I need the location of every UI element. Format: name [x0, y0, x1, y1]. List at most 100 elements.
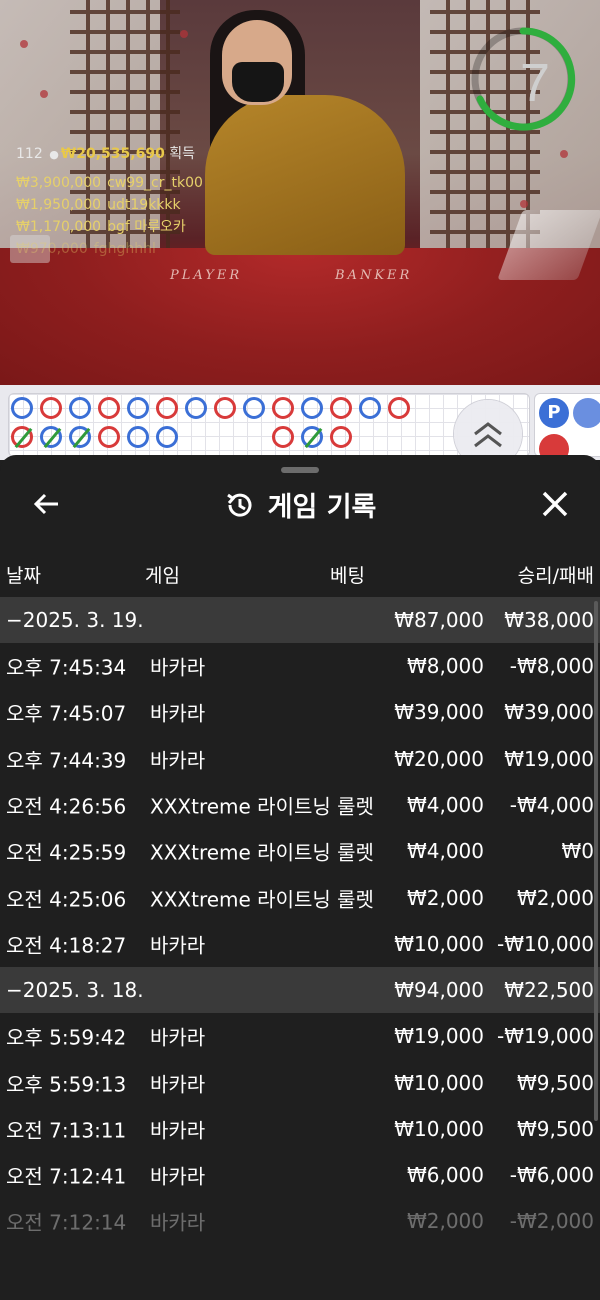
group-result-total: ₩38,000 [504, 608, 594, 632]
winner-row: ₩1,950,000 udt19kkkk [16, 194, 203, 216]
history-row[interactable]: 오후 5:59:13 바카라 ₩10,000 ₩9,500 [0, 1059, 600, 1105]
row-result: -₩2,000 [509, 1209, 594, 1234]
row-bet: ₩19,000 [394, 1024, 484, 1049]
player-count: 112 [16, 146, 43, 162]
group-date: −2025. 3. 19. [6, 608, 144, 632]
history-row[interactable]: 오후 7:45:34 바카라 ₩8,000 -₩8,000 [0, 643, 600, 689]
row-result: -₩19,000 [497, 1024, 594, 1049]
row-game: XXXtreme 라이트닝 룰렛 [150, 794, 374, 819]
winner-username: cw99_cr_tk00 [107, 175, 203, 191]
history-row[interactable]: 오전 4:25:06 XXXtreme 라이트닝 룰렛 ₩2,000 ₩2,000 [0, 874, 600, 920]
road-result-marker [301, 426, 323, 449]
player-prediction-icon[interactable]: P [539, 398, 569, 428]
history-row[interactable]: 오전 4:25:59 XXXtreme 라이트닝 룰렛 ₩4,000 ₩0 [0, 828, 600, 874]
sheet-title-text: 게임 기록 [267, 492, 377, 523]
row-bet: ₩4,000 [406, 839, 484, 864]
row-game: XXXtreme 라이트닝 룰렛 [150, 887, 374, 912]
blossom-decoration [20, 40, 28, 48]
group-bet-total: ₩94,000 [394, 978, 484, 1003]
blossom-decoration [520, 200, 528, 208]
row-bet: ₩20,000 [394, 746, 484, 771]
row-game: 바카라 [150, 1164, 206, 1189]
row-bet: ₩4,000 [406, 793, 484, 818]
history-row[interactable]: 오후 7:45:07 바카라 ₩39,000 ₩39,000 [0, 689, 600, 735]
row-bet: ₩10,000 [394, 1116, 484, 1141]
chevron-up-double-icon [474, 421, 502, 447]
row-result: ₩9,500 [516, 1070, 594, 1095]
sheet-drag-handle[interactable] [281, 467, 319, 473]
road-result-marker [359, 397, 381, 419]
date-group-header[interactable]: −2025. 3. 19. ₩87,000 ₩38,000 [0, 597, 600, 643]
row-result: ₩19,000 [504, 746, 594, 771]
user-icon: ● [49, 148, 59, 161]
road-result-marker [127, 426, 149, 448]
history-row[interactable]: 오전 7:13:11 바카라 ₩10,000 ₩9,500 [0, 1106, 600, 1152]
row-time: 오후 7:45:07 [6, 701, 127, 726]
tie-slash-marker [43, 427, 62, 449]
blossom-decoration [180, 30, 188, 38]
history-row[interactable]: 오전 7:12:41 바카라 ₩6,000 -₩6,000 [0, 1152, 600, 1198]
round-stats: 112 ● ₩20,535,690 획득 [16, 143, 195, 163]
date-group-header[interactable]: −2025. 3. 18. ₩94,000 ₩22,500 [0, 967, 600, 1014]
row-bet: ₩8,000 [406, 654, 484, 679]
winner-row: ₩1,170,000 bgf 마루오카 [16, 216, 203, 238]
history-row[interactable]: 오전 4:26:56 XXXtreme 라이트닝 룰렛 ₩4,000 -₩4,000 [0, 782, 600, 828]
winners-list: ₩3,900,000 cw99_cr_tk00 ₩1,950,000 udt19kk… [16, 172, 203, 260]
tie-slash-marker [72, 427, 91, 449]
row-game: 바카라 [150, 748, 206, 773]
row-game: 바카라 [150, 1072, 206, 1097]
history-row[interactable]: 오후 7:44:39 바카라 ₩20,000 ₩19,000 [0, 736, 600, 782]
banker-prediction-icon[interactable] [539, 434, 569, 456]
prediction-road[interactable]: P [534, 393, 600, 457]
column-header-date[interactable]: 날짜 [6, 561, 41, 588]
road-result-marker [156, 426, 178, 448]
row-bet: ₩2,000 [406, 1209, 484, 1234]
row-result: ₩39,000 [504, 700, 594, 725]
road-result-marker [69, 426, 91, 449]
column-header-result[interactable]: 승리/패배 [518, 561, 594, 588]
scrollbar[interactable] [594, 601, 598, 1121]
history-row[interactable]: 오전 4:18:27 바카라 ₩10,000 -₩10,000 [0, 921, 600, 967]
road-result-marker [272, 397, 294, 419]
bead-road[interactable] [8, 393, 530, 457]
sheet-title: 게임 기록 [0, 485, 600, 524]
winner-amount: ₩1,170,000 [16, 219, 102, 235]
history-row[interactable]: 오전 7:12:14 바카라 ₩2,000 -₩2,000 [0, 1198, 600, 1244]
row-game: 바카라 [150, 1118, 206, 1143]
row-time: 오후 5:59:13 [6, 1072, 127, 1097]
road-result-marker [214, 397, 236, 419]
group-result-total: ₩22,500 [504, 978, 594, 1003]
felt-banker-label: BANKER [335, 268, 413, 283]
row-time: 오전 7:13:11 [6, 1118, 127, 1143]
dealer-mask [232, 62, 284, 102]
history-list[interactable]: −2025. 3. 19. ₩87,000 ₩38,000 오후 7:45:34 바카라… [0, 597, 600, 1245]
live-video[interactable]: PLAYER BANKER 7 112 ● ₩20,535,690 획득 ₩3,9… [0, 0, 600, 385]
history-icon [226, 493, 252, 517]
road-result-marker [243, 397, 265, 419]
road-result-marker [330, 426, 352, 448]
road-result-marker [301, 397, 323, 419]
row-time: 오전 7:12:41 [6, 1164, 127, 1189]
total-winnings: ₩20,535,690 [60, 146, 165, 162]
road-result-marker [11, 426, 33, 449]
row-bet: ₩10,000 [394, 931, 484, 956]
game-history-sheet: 게임 기록 날짜 게임 베팅 승리/패배 −2025. 3. 19. ₩87,00… [0, 455, 600, 1300]
row-bet: ₩10,000 [394, 1070, 484, 1095]
row-result: ₩9,500 [516, 1116, 594, 1141]
column-header-bet[interactable]: 베팅 [330, 561, 365, 588]
road-result-marker [69, 397, 91, 419]
history-row[interactable]: 오후 5:59:42 바카라 ₩19,000 -₩19,000 [0, 1013, 600, 1059]
row-result: -₩4,000 [509, 793, 594, 818]
column-header-game[interactable]: 게임 [145, 561, 180, 588]
row-time: 오후 5:59:42 [6, 1025, 127, 1050]
row-time: 오전 4:18:27 [6, 933, 127, 958]
dealer-body [205, 95, 405, 255]
row-game: XXXtreme 라이트닝 룰렛 [150, 840, 374, 865]
blossom-decoration [40, 90, 48, 98]
prediction-icon[interactable] [573, 398, 600, 428]
road-result-marker [156, 397, 178, 419]
row-result: -₩10,000 [497, 931, 594, 956]
close-icon[interactable] [540, 489, 570, 519]
road-result-marker [11, 397, 33, 419]
road-result-marker [330, 397, 352, 419]
